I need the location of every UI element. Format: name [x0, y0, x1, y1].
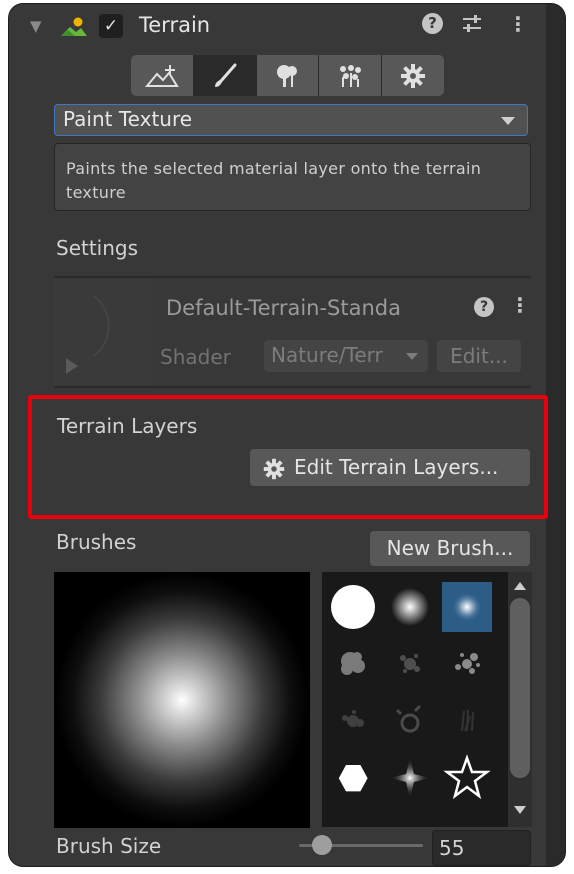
tool-description-text: Paints the selected material layer onto …	[66, 159, 482, 202]
material-help-icon[interactable]: ?	[474, 297, 494, 317]
brush-size-input[interactable]: 55	[432, 830, 531, 866]
brush-splatter-2[interactable]	[442, 639, 492, 689]
shader-value: Nature/Terr	[271, 343, 383, 367]
brush-size-label: Brush Size	[56, 834, 162, 858]
brush-splatter-5[interactable]	[442, 696, 492, 746]
inspector-scrollbar[interactable]	[546, 4, 565, 866]
brush-hexagon[interactable]	[328, 753, 378, 803]
paint-mode-dropdown[interactable]: Paint Texture	[54, 104, 528, 136]
brush-star-outline[interactable]	[442, 753, 492, 803]
brush-grid	[322, 572, 508, 827]
scroll-down-arrow-icon[interactable]	[514, 806, 526, 814]
terrain-component-icon	[60, 16, 88, 42]
shader-label: Shader	[160, 345, 231, 369]
material-menu-icon[interactable]: ⋮	[510, 293, 530, 317]
material-name: Default-Terrain-Standa	[166, 296, 401, 320]
brush-circle-soft-small[interactable]	[442, 582, 492, 632]
gear-icon	[263, 458, 285, 480]
new-brush-button[interactable]: New Brush...	[370, 531, 530, 566]
terrain-tool-toolbar	[131, 55, 444, 96]
settings-heading: Settings	[56, 236, 139, 260]
kebab-menu-icon[interactable]: ⋮	[508, 12, 528, 36]
brush-splatter-1[interactable]	[385, 639, 435, 689]
brush-circle-solid[interactable]	[328, 582, 378, 632]
foldout-arrow-icon[interactable]: ▼	[30, 17, 42, 35]
chevron-down-icon	[406, 353, 418, 360]
component-title: Terrain	[139, 13, 211, 37]
detail-flowers-icon	[340, 64, 362, 87]
component-enabled-checkbox[interactable]: ✓	[99, 14, 123, 38]
paint-texture-tool-button[interactable]	[193, 55, 257, 96]
material-preview	[54, 278, 152, 386]
brush-grid-scrollbar[interactable]	[508, 572, 532, 827]
tool-description-box: Paints the selected material layer onto …	[54, 143, 531, 211]
raise-terrain-tool-button[interactable]	[131, 55, 194, 96]
inspector-panel: ▼ ✓ Terrain ? ⋮ Paint Texture Paints the…	[9, 4, 565, 866]
tree-icon	[277, 64, 298, 87]
edit-terrain-layers-button[interactable]: Edit Terrain Layers...	[250, 449, 530, 486]
play-icon[interactable]	[66, 358, 78, 374]
paint-details-tool-button[interactable]	[319, 55, 383, 96]
brush-size-slider-handle[interactable]	[312, 835, 332, 855]
brushes-heading: Brushes	[56, 530, 137, 554]
settings-gear-icon	[401, 63, 426, 88]
shader-edit-button[interactable]: Edit...	[437, 340, 521, 372]
component-header: ▼ ✓ Terrain ? ⋮	[9, 4, 546, 48]
preset-sliders-icon[interactable]	[461, 14, 483, 38]
scroll-up-arrow-icon[interactable]	[514, 582, 526, 590]
raise-terrain-icon	[144, 64, 179, 87]
brush-splatter-3[interactable]	[328, 696, 378, 746]
paint-trees-tool-button[interactable]	[256, 55, 320, 96]
brush-circle-soft[interactable]	[385, 582, 435, 632]
chevron-down-icon	[501, 117, 515, 125]
brush-noise-cloud[interactable]	[328, 639, 378, 689]
brush-preview	[54, 572, 310, 828]
help-icon[interactable]: ?	[422, 13, 443, 34]
scroll-thumb[interactable]	[510, 598, 530, 778]
material-inspector: Default-Terrain-Standa ? ⋮ Shader Nature…	[54, 276, 531, 388]
brush-star-burst[interactable]	[385, 753, 435, 803]
terrain-layers-heading: Terrain Layers	[57, 414, 198, 438]
edit-terrain-layers-label: Edit Terrain Layers...	[294, 455, 499, 479]
paint-brush-icon	[214, 63, 237, 87]
brush-splatter-4[interactable]	[385, 696, 435, 746]
terrain-settings-tool-button[interactable]	[382, 55, 444, 96]
shader-dropdown[interactable]: Nature/Terr	[264, 340, 428, 372]
paint-mode-value: Paint Texture	[63, 107, 193, 131]
